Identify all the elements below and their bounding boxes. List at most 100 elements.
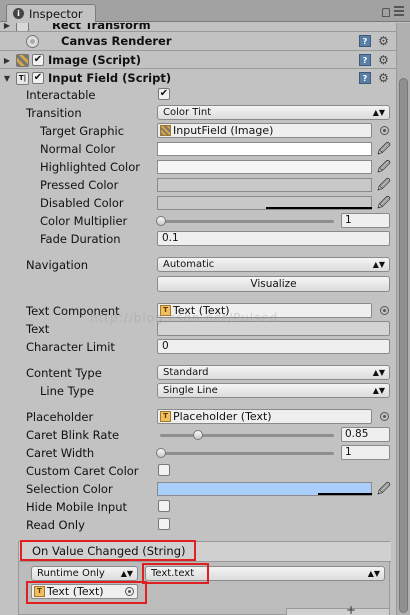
dropdown-arrow-icon: ▲▼ (120, 569, 133, 578)
hide-mobile-input-checkbox[interactable] (158, 500, 170, 512)
watermark: http://blog.csdn.net/Pulsed (90, 311, 279, 325)
normal-color-swatch[interactable] (157, 142, 372, 156)
component-title: Input Field (Script) (48, 71, 172, 85)
inspector-tab[interactable]: i Inspector (6, 4, 96, 22)
gear-icon[interactable]: ⚙ (377, 35, 390, 48)
hide-mobile-input-label: Hide Mobile Input (26, 500, 128, 514)
navigation-dropdown[interactable]: Automatic ▲▼ (157, 257, 390, 272)
line-type-row: Line Type Single Line ▲▼ (0, 382, 396, 400)
color-multiplier-slider-track[interactable] (160, 220, 334, 223)
help-icon[interactable]: ? (359, 72, 371, 84)
read-only-checkbox[interactable] (158, 518, 170, 530)
disabled-color-label: Disabled Color (40, 196, 124, 210)
event-footer (286, 608, 390, 615)
object-picker-icon[interactable] (380, 412, 389, 421)
input-field-header[interactable]: ▼ T| ✔ Input Field (Script) ? ⚙ (0, 68, 396, 87)
eyedropper-icon[interactable]: 🖉 (377, 140, 393, 157)
eyedropper-icon[interactable]: 🖉 (377, 194, 393, 211)
pressed-color-swatch[interactable] (157, 178, 372, 192)
transition-value: Color Tint (163, 107, 212, 118)
highlighted-color-row: Highlighted Color 🖉 (0, 158, 396, 176)
target-graphic-field[interactable]: InputField (Image) (157, 123, 372, 138)
placeholder-label: Placeholder (26, 410, 94, 424)
object-picker-icon[interactable] (380, 126, 389, 135)
color-multiplier-row: Color Multiplier 1 (0, 212, 396, 230)
line-type-value: Single Line (163, 385, 218, 396)
fade-duration-label: Fade Duration (40, 232, 121, 246)
image-script-header[interactable]: ▶ ✔ Image (Script) ? ⚙ (0, 50, 396, 69)
input-field-icon: T| (16, 71, 29, 85)
target-graphic-value: InputField (Image) (173, 124, 274, 137)
caret-width-slider-track[interactable] (160, 452, 334, 455)
caret-blink-rate-field[interactable]: 0.85 (341, 427, 390, 442)
line-type-dropdown[interactable]: Single Line ▲▼ (157, 383, 390, 398)
caret-blink-rate-slider-track[interactable] (160, 434, 334, 437)
dropdown-arrow-icon: ▲▼ (367, 569, 380, 578)
normal-color-row: Normal Color 🖉 (0, 140, 396, 158)
caret-width-slider-thumb[interactable] (156, 448, 166, 458)
custom-caret-color-label: Custom Caret Color (26, 464, 139, 478)
transition-label: Transition (26, 106, 82, 120)
eyedropper-icon[interactable]: 🖉 (377, 158, 393, 175)
read-only-label: Read Only (26, 518, 85, 532)
target-graphic-row: Target Graphic InputField (Image) (0, 122, 396, 140)
foldout-icon[interactable]: ▼ (0, 74, 14, 83)
caret-blink-rate-slider-thumb[interactable] (193, 430, 203, 440)
component-title: Canvas Renderer (61, 34, 172, 48)
lock-icon[interactable] (382, 8, 390, 17)
object-picker-icon[interactable] (380, 306, 389, 315)
foldout-icon[interactable]: ▶ (0, 56, 14, 65)
dropdown-arrow-icon: ▲▼ (372, 368, 385, 377)
placeholder-row: Placeholder T Placeholder (Text) (0, 408, 396, 426)
visualize-row: Visualize (0, 275, 396, 293)
interactable-checkbox[interactable]: ✔ (158, 88, 170, 100)
gear-icon[interactable]: ⚙ (377, 54, 390, 67)
content-type-dropdown[interactable]: Standard ▲▼ (157, 365, 390, 380)
color-multiplier-field[interactable]: 1 (341, 213, 390, 228)
character-limit-field[interactable]: 0 (157, 339, 390, 354)
selection-color-row: Selection Color 🖉 (0, 480, 396, 498)
color-multiplier-slider-thumb[interactable] (156, 216, 166, 226)
selection-color-swatch[interactable] (157, 482, 372, 496)
disabled-color-swatch[interactable] (157, 196, 372, 210)
placeholder-field[interactable]: T Placeholder (Text) (157, 409, 372, 424)
text-icon: T (160, 411, 171, 422)
gear-icon[interactable]: ⚙ (377, 72, 390, 85)
image-icon (16, 53, 29, 67)
highlighted-color-label: Highlighted Color (40, 160, 140, 174)
menu-icon[interactable] (394, 6, 404, 16)
input-field-enabled-checkbox[interactable]: ✔ (32, 72, 44, 84)
fade-duration-row: Fade Duration 0.1 (0, 230, 396, 248)
foldout-icon[interactable]: ▶ (0, 23, 14, 30)
content-type-label: Content Type (26, 366, 102, 380)
scrollbar-thumb[interactable] (399, 78, 408, 613)
add-event-icon[interactable]: + (346, 603, 356, 615)
navigation-value: Automatic (163, 259, 215, 270)
custom-caret-color-checkbox[interactable] (158, 464, 170, 476)
help-icon[interactable]: ? (359, 35, 371, 47)
fade-duration-field[interactable]: 0.1 (157, 231, 390, 246)
character-limit-row: Character Limit 0 (0, 338, 396, 356)
highlighted-color-swatch[interactable] (157, 160, 372, 174)
visualize-button[interactable]: Visualize (157, 276, 390, 292)
caret-width-field[interactable]: 1 (341, 445, 390, 460)
info-icon: i (13, 8, 24, 19)
runtime-value: Runtime Only (37, 568, 105, 579)
runtime-dropdown[interactable]: Runtime Only ▲▼ (31, 566, 138, 581)
caret-blink-rate-label: Caret Blink Rate (26, 428, 120, 442)
text-label: Text (26, 322, 50, 336)
navigation-label: Navigation (26, 258, 89, 272)
scrollbar[interactable] (396, 23, 410, 615)
highlight-event-header (20, 540, 196, 561)
alpha-bar (318, 493, 372, 495)
eyedropper-icon[interactable]: 🖉 (377, 176, 393, 193)
dropdown-arrow-icon: ▲▼ (372, 386, 385, 395)
eyedropper-icon[interactable]: 🖉 (377, 480, 393, 497)
caret-width-row: Caret Width 1 (0, 444, 396, 462)
inspector-tab-label: Inspector (29, 6, 83, 21)
image-enabled-checkbox[interactable]: ✔ (32, 54, 44, 66)
canvas-renderer-header[interactable]: Canvas Renderer ? ⚙ (0, 31, 396, 50)
help-icon[interactable]: ? (359, 54, 371, 66)
normal-color-label: Normal Color (40, 142, 116, 156)
transition-dropdown[interactable]: Color Tint ▲▼ (157, 105, 390, 120)
